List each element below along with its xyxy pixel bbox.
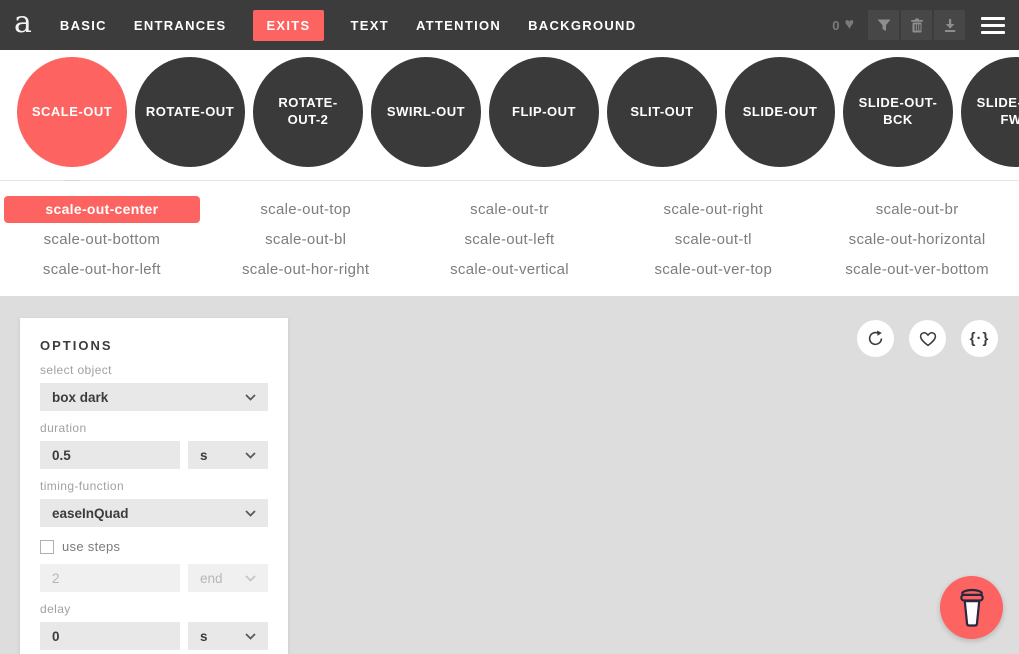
chevron-down-icon: [245, 510, 256, 517]
variation-scale-out-hor-left[interactable]: scale-out-hor-left: [43, 261, 161, 278]
duration-input[interactable]: 0.5: [40, 441, 180, 469]
preview-actions: {·}: [857, 320, 998, 357]
download-icon: [943, 18, 957, 33]
variation-scale-out-bottom[interactable]: scale-out-bottom: [44, 231, 161, 248]
trash-icon: [910, 18, 924, 33]
variation-scale-out-ver-top[interactable]: scale-out-ver-top: [654, 261, 772, 278]
animista-logo[interactable]: a: [14, 8, 32, 42]
nav-item-basic[interactable]: BASIC: [60, 18, 107, 33]
duration-label: duration: [40, 421, 268, 435]
nav-item-exits[interactable]: EXITS: [253, 10, 323, 41]
options-title: OPTIONS: [40, 338, 268, 353]
favorite-button[interactable]: [909, 320, 946, 357]
variation-scale-out-tr[interactable]: scale-out-tr: [470, 201, 549, 218]
buy-coffee-button[interactable]: [940, 576, 1003, 639]
favorites-heart-icon: ♥: [845, 17, 855, 33]
variation-scale-out-center[interactable]: scale-out-center: [4, 196, 200, 223]
variation-scale-out-left[interactable]: scale-out-left: [464, 231, 554, 248]
steps-position-dropdown: end: [188, 564, 268, 592]
preview-area: OPTIONS select object box dark duration …: [0, 296, 1019, 654]
chevron-down-icon: [245, 452, 256, 459]
variation-scale-out-bl[interactable]: scale-out-bl: [265, 231, 346, 248]
variation-scale-out-hor-right[interactable]: scale-out-hor-right: [242, 261, 369, 278]
filter-icon: [876, 18, 892, 33]
category-flip-out[interactable]: FLIP-OUT: [489, 57, 599, 167]
category-slide-out-bck[interactable]: SLIDE-OUT-BCK: [843, 57, 953, 167]
chevron-down-icon: [245, 394, 256, 401]
category-slide-out[interactable]: SLIDE-OUT: [725, 57, 835, 167]
header-tool-group: [868, 10, 965, 40]
category-swirl-out[interactable]: SWIRL-OUT: [371, 57, 481, 167]
replay-icon: [866, 329, 885, 348]
select-object-dropdown[interactable]: box dark: [40, 383, 268, 411]
coffee-cup-icon: [955, 587, 989, 629]
download-button[interactable]: [934, 10, 965, 40]
delay-input[interactable]: 0: [40, 622, 180, 650]
nav-item-background[interactable]: BACKGROUND: [528, 18, 636, 33]
nav-item-attention[interactable]: ATTENTION: [416, 18, 501, 33]
get-code-button[interactable]: {·}: [961, 320, 998, 357]
chevron-down-icon: [245, 633, 256, 640]
replay-button[interactable]: [857, 320, 894, 357]
timing-function-dropdown[interactable]: easeInQuad: [40, 499, 268, 527]
category-rotate-out[interactable]: ROTATE-OUT: [135, 57, 245, 167]
category-row: SCALE-OUT ROTATE-OUT ROTATE-OUT-2 SWIRL-…: [0, 50, 1019, 180]
delay-unit-dropdown[interactable]: s: [188, 622, 268, 650]
category-rotate-out-2[interactable]: ROTATE-OUT-2: [253, 57, 363, 167]
category-slide-out-fwd[interactable]: SLIDE-OUT-FWD: [961, 57, 1019, 167]
variation-scale-out-vertical[interactable]: scale-out-vertical: [450, 261, 569, 278]
options-panel: OPTIONS select object box dark duration …: [20, 318, 288, 654]
nav-item-entrances[interactable]: ENTRANCES: [134, 18, 227, 33]
variation-scale-out-horizontal[interactable]: scale-out-horizontal: [849, 231, 986, 248]
steps-count-input: 2: [40, 564, 180, 592]
hamburger-menu-button[interactable]: [981, 17, 1005, 34]
category-slit-out[interactable]: SLIT-OUT: [607, 57, 717, 167]
variation-scale-out-ver-bottom[interactable]: scale-out-ver-bottom: [845, 261, 989, 278]
variation-scale-out-right[interactable]: scale-out-right: [664, 201, 764, 218]
nav-item-text[interactable]: TEXT: [351, 18, 389, 33]
variation-list: scale-out-center scale-out-top scale-out…: [0, 180, 1019, 296]
chevron-down-icon: [245, 575, 256, 582]
filter-button[interactable]: [868, 10, 899, 40]
category-scale-out[interactable]: SCALE-OUT: [17, 57, 127, 167]
header-actions: 0 ♥: [832, 10, 1005, 40]
timing-function-label: timing-function: [40, 479, 268, 493]
variation-scale-out-tl[interactable]: scale-out-tl: [675, 231, 752, 248]
animista-app: a BASIC ENTRANCES EXITS TEXT ATTENTION B…: [0, 0, 1019, 654]
select-object-label: select object: [40, 363, 268, 377]
code-icon: {·}: [970, 330, 990, 347]
variation-scale-out-br[interactable]: scale-out-br: [876, 201, 959, 218]
delay-label: delay: [40, 602, 268, 616]
heart-icon: [918, 329, 938, 348]
main-nav: BASIC ENTRANCES EXITS TEXT ATTENTION BAC…: [60, 10, 637, 41]
use-steps-checkbox[interactable]: [40, 540, 54, 554]
favorites-count: 0: [832, 18, 839, 33]
variation-scale-out-top[interactable]: scale-out-top: [260, 201, 351, 218]
trash-button[interactable]: [901, 10, 932, 40]
use-steps-label: use steps: [62, 539, 120, 554]
duration-unit-dropdown[interactable]: s: [188, 441, 268, 469]
top-navbar: a BASIC ENTRANCES EXITS TEXT ATTENTION B…: [0, 0, 1019, 50]
